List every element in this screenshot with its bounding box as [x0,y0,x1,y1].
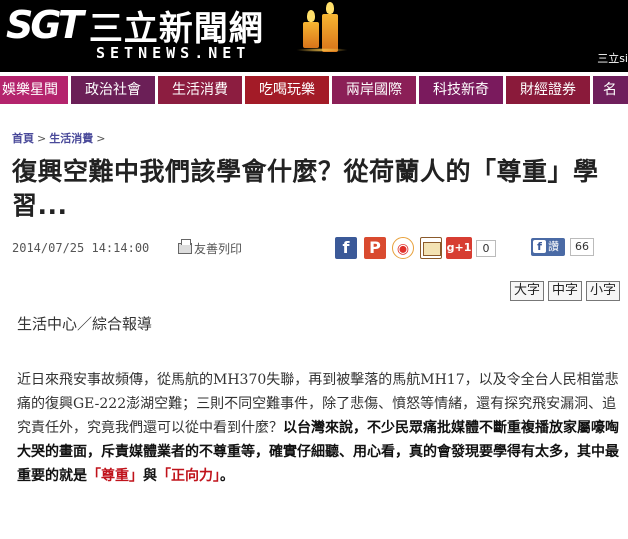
google-plus-button[interactable]: g+1 [446,237,472,259]
article-body: 近日來飛安事故頻傳，從馬航的MH370失聯，再到被擊落的馬航MH17，以及令全台… [17,368,620,488]
highlight-respect: 「尊重」 [87,468,143,484]
print-label: 友善列印 [194,242,243,256]
google-plus-count: 0 [476,240,496,257]
font-large-button[interactable]: 大字 [510,281,544,301]
site-logo[interactable]: SGT 三立新聞網 [6,3,264,49]
weibo-icon[interactable]: ◉ [392,237,414,259]
candle-icon [322,2,338,52]
facebook-icon[interactable]: f [335,237,357,259]
nav-item-tech[interactable]: 科技新奇 [419,76,503,104]
print-button[interactable]: 友善列印 [178,239,243,257]
plurk-icon[interactable]: P [364,237,386,259]
facebook-like-count: 66 [570,238,594,256]
candle-glow [296,48,348,52]
facebook-icon: f [533,240,546,253]
printer-icon [178,239,192,254]
article-byline: 生活中心／綜合報導 [17,315,153,333]
facebook-like-label: 讚 [548,240,559,253]
logo-mark: SGT [6,3,84,47]
nav-item-entertainment[interactable]: 娛樂星聞 [0,76,68,104]
breadcrumb: 首頁 > 生活消費 > [12,130,108,146]
logo-chinese: 三立新聞網 [88,8,264,49]
main-nav: 娛樂星聞 政治社會 生活消費 吃喝玩樂 兩岸國際 科技新奇 財經證券 名 [0,76,628,104]
site-header: SGT 三立新聞網 SETNEWS.NET 三立si [0,0,628,72]
nav-item-food[interactable]: 吃喝玩樂 [245,76,329,104]
nav-item-cross-strait[interactable]: 兩岸國際 [332,76,416,104]
nav-item-finance[interactable]: 財經證券 [506,76,590,104]
breadcrumb-separator: > [96,132,106,145]
paragraph-end: 。 [220,468,234,484]
breadcrumb-section[interactable]: 生活消費 [49,132,93,145]
article-date: 2014/07/25 14:14:00 [12,241,150,255]
font-size-controls: 大字 中字 小字 [510,281,620,301]
nav-item-politics[interactable]: 政治社會 [71,76,155,104]
facebook-like-button[interactable]: f讚 [531,238,565,256]
highlight-positive: 「正向力」 [157,468,220,484]
nav-item-life[interactable]: 生活消費 [158,76,242,104]
nav-item-more[interactable]: 名 [593,76,628,104]
font-small-button[interactable]: 小字 [586,281,620,301]
header-right-link[interactable]: 三立si [597,50,628,66]
breadcrumb-home[interactable]: 首頁 [12,132,34,145]
breadcrumb-separator: > [37,132,47,145]
candle-icon [303,10,319,48]
logo-english: SETNEWS.NET [96,44,251,62]
article-title: 復興空難中我們該學會什麼？從荷蘭人的「尊重」學習... [12,157,599,220]
mail-icon[interactable] [420,237,442,259]
paragraph-joiner: 與 [143,468,157,484]
font-medium-button[interactable]: 中字 [548,281,582,301]
